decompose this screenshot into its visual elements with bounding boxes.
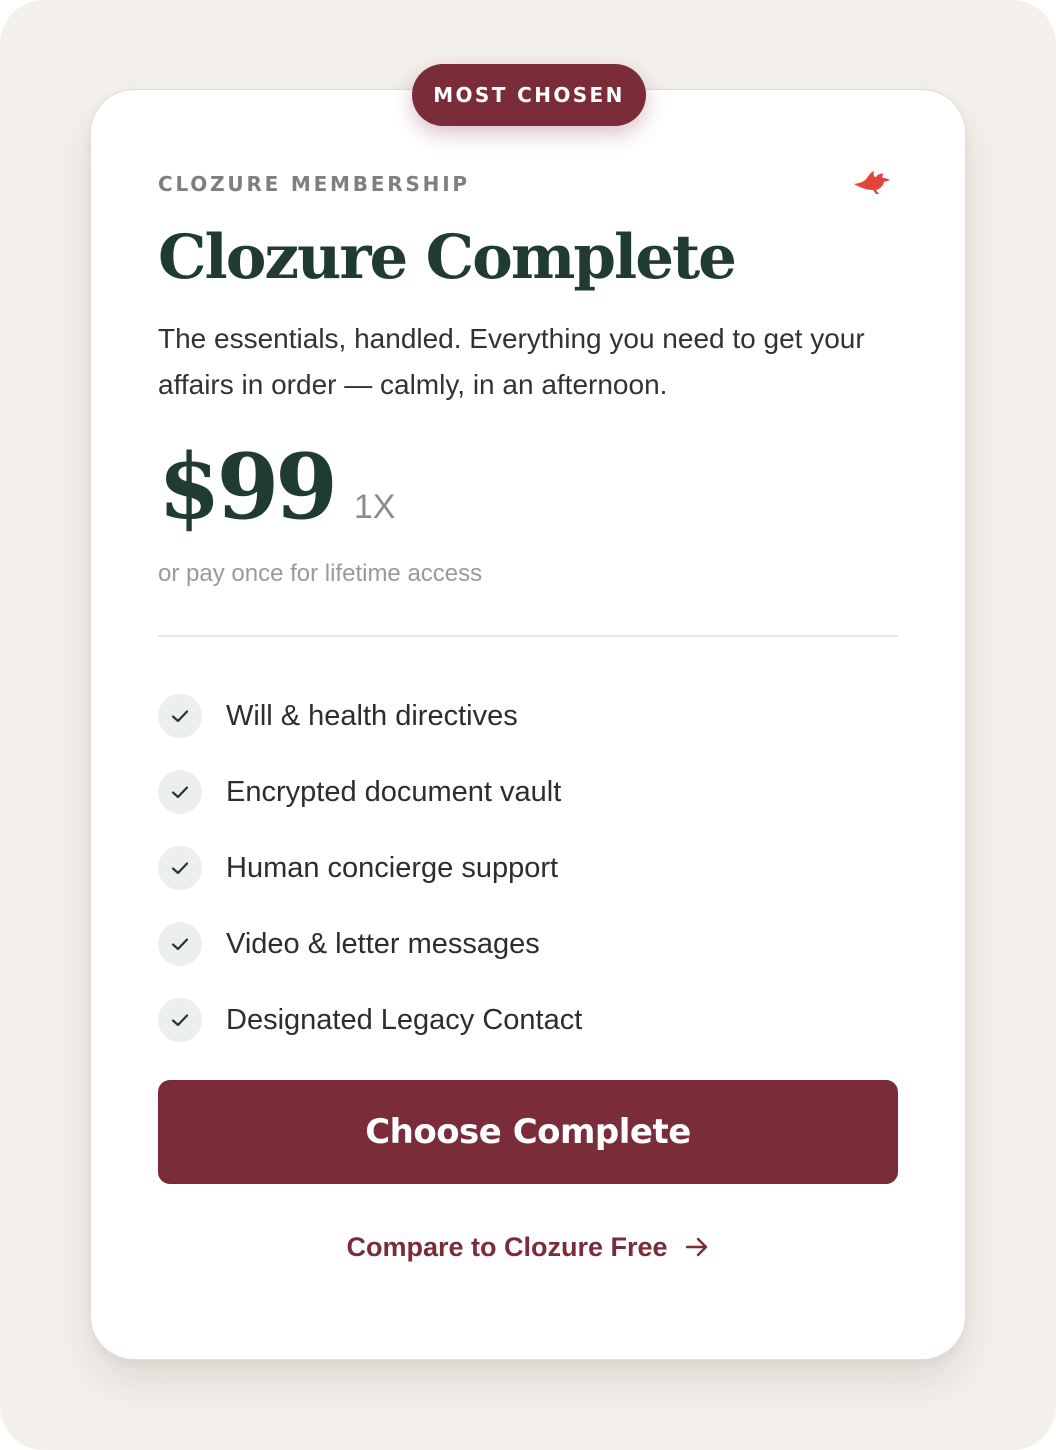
check-icon (158, 922, 202, 966)
feature-item: Video & letter messages (158, 906, 582, 982)
check-icon (158, 694, 202, 738)
divider (158, 635, 898, 637)
plan-description: The essentials, handled. Everything you … (158, 323, 865, 400)
arrow-right-icon (685, 1237, 707, 1257)
most-chosen-badge: MOST CHOSEN (412, 64, 646, 126)
feature-item: Designated Legacy Contact (158, 982, 582, 1058)
check-icon (158, 998, 202, 1042)
feature-list: Will & health directives Encrypted docum… (158, 678, 582, 1058)
plan-title: Clozure Complete (158, 222, 737, 293)
membership-eyebrow: CLOZURE MEMBERSHIP (158, 172, 470, 196)
price-note: or pay once for lifetime access (158, 560, 483, 587)
feature-item: Human concierge support (158, 830, 582, 906)
check-icon (158, 846, 202, 890)
price-suffix: 1X (353, 488, 396, 526)
feature-label: Human concierge support (226, 851, 559, 884)
feature-item: Encrypted document vault (158, 754, 582, 830)
bird-icon (854, 171, 890, 194)
price-row: $99 1X (158, 432, 395, 542)
compare-link[interactable]: Compare to Clozure Free (158, 1226, 898, 1268)
choose-complete-button[interactable]: Choose Complete (158, 1080, 898, 1184)
price-amount: $99 (158, 434, 338, 540)
feature-label: Designated Legacy Contact (226, 1003, 583, 1036)
feature-label: Will & health directives (226, 699, 518, 732)
feature-label: Video & letter messages (226, 927, 540, 960)
feature-item: Will & health directives (158, 678, 582, 754)
compare-link-label: Compare to Clozure Free (346, 1231, 668, 1262)
check-icon (158, 770, 202, 814)
feature-label: Encrypted document vault (226, 775, 562, 808)
